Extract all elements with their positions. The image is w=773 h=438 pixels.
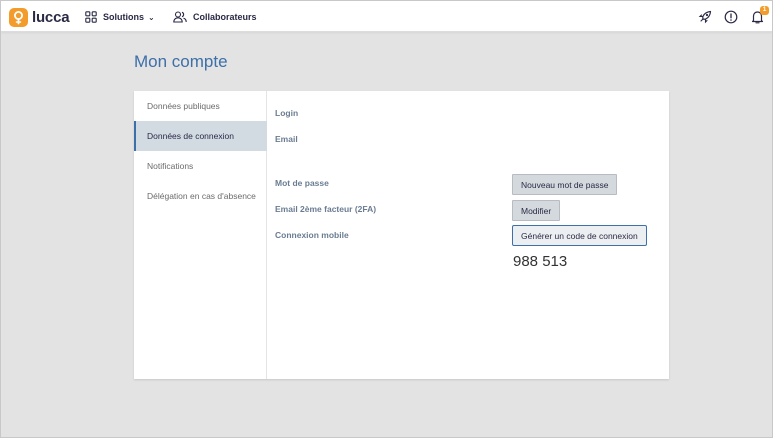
sidenav-item-notifications[interactable]: Notifications [134,151,267,181]
modify-twofa-button[interactable]: Modifier [512,200,561,221]
generate-code-button[interactable]: Générer un code de connexion [512,225,647,246]
sidenav-item-donnees-publiques[interactable]: Données publiques [134,91,267,121]
twofa-label: Email 2ème facteur (2FA) [275,204,377,214]
rocket-icon [698,10,712,24]
sidenav-item-label: Données publiques [147,101,220,111]
chevron-down-icon: ⌄ [148,12,155,22]
sidenav-item-label: Délégation en cas d'absence [147,191,256,201]
page-title: Mon compte [134,52,228,71]
sidenav-item-label: Notifications [147,161,194,171]
notification-badge: 1 [760,6,769,15]
sidenav-item-label: Données de connexion [147,131,234,141]
logo-text: lucca [32,8,70,26]
rocket-button[interactable] [697,9,713,25]
account-card: Données publiques Données de connexion N… [134,91,669,379]
nav-solutions[interactable]: Solutions ⌄ [85,9,155,25]
grid-icon [85,11,97,23]
sidenav-item-delegation[interactable]: Délégation en cas d'absence [134,181,267,211]
nav-collaborateurs-label: Collaborateurs [193,12,257,22]
mobile-connexion-code: 988 513 [513,253,568,270]
sidenav-item-donnees-connexion[interactable]: Données de connexion [134,121,267,151]
notifications-button[interactable]: 1 [749,6,769,25]
login-label: Login [275,108,299,118]
lucca-logo[interactable]: lucca [9,7,70,27]
password-label: Mot de passe [275,178,329,188]
info-icon [724,10,738,24]
top-bar: lucca Solutions ⌄ Collaborateurs 1 [1,1,772,32]
nav-collaborateurs[interactable]: Collaborateurs [173,9,257,25]
account-sidenav: Données publiques Données de connexion N… [134,91,267,379]
app-window: lucca Solutions ⌄ Collaborateurs 1 Mon c… [0,0,773,438]
nav-solutions-label: Solutions [103,12,144,22]
mobile-connexion-label: Connexion mobile [275,230,349,240]
connexion-content: Login Email Mot de passe Nouveau mot de … [275,91,669,379]
new-password-button[interactable]: Nouveau mot de passe [512,174,618,195]
email-label: Email [275,134,298,144]
lucca-logo-icon [9,7,28,27]
info-button[interactable] [723,9,739,25]
users-icon [173,11,187,23]
